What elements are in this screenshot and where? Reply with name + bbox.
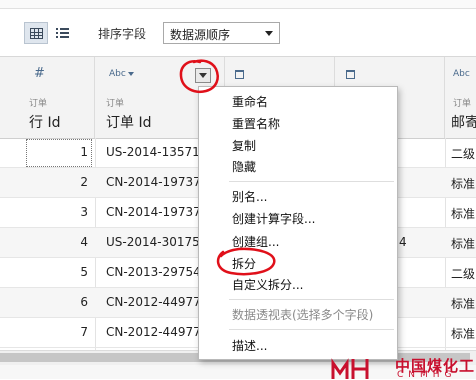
column-source: 订单 [106, 99, 125, 109]
chevron-down-icon [199, 73, 207, 78]
cell-row-id: 4 [80, 235, 88, 249]
cell-order-id: CN-2013-29754 [106, 265, 201, 279]
cell-ship-mode: 标准 [451, 177, 476, 191]
column-context-menu: 重命名 重置名称 复制 隐藏 别名... 创建计算字段... 创建组... 拆分… [198, 86, 398, 360]
cell-order-id: CN-2012-44977 [106, 325, 201, 339]
cell-ship-mode: 标准 [451, 297, 476, 311]
list-view-button[interactable] [50, 22, 74, 44]
cell-row-id: 2 [80, 175, 88, 189]
column-menu-dropdown-button[interactable] [195, 68, 211, 83]
sort-field-label: 排序字段 [98, 27, 147, 41]
top-strip [0, 0, 476, 9]
cell-ship-mode: 标准 [451, 207, 476, 221]
cell-row-id: 1 [80, 145, 88, 159]
menu-item-rename[interactable]: 重命名 [232, 93, 268, 110]
menu-separator [229, 181, 394, 182]
menu-item-reset-name[interactable]: 重置名称 [232, 115, 280, 132]
cell-ship-mode: 二级 [451, 267, 476, 281]
calendar-icon [235, 70, 244, 79]
cell-ship-mode: 标准 [451, 237, 476, 251]
menu-item-hide[interactable]: 隐藏 [232, 158, 256, 175]
cell-order-id: CN-2014-19737 [106, 205, 201, 219]
menu-separator [229, 329, 394, 330]
menu-item-create-group[interactable]: 创建组... [232, 233, 279, 250]
sort-field-select[interactable]: 数据源顺序 [163, 22, 280, 44]
menu-item-split[interactable]: 拆分 [232, 255, 256, 272]
cell-row-id: 5 [80, 265, 88, 279]
logo-mark-icon [331, 358, 369, 379]
grid-icon [29, 27, 43, 39]
cell-order-id: CN-2014-19737 [106, 175, 201, 189]
toolbar: 排序字段 数据源顺序 [0, 9, 476, 55]
sort-field-value: 数据源顺序 [170, 28, 231, 42]
cell-row-id: 3 [80, 205, 88, 219]
number-type-icon: # [34, 66, 45, 81]
menu-item-describe[interactable]: 描述... [232, 337, 267, 354]
cell-row-id: 6 [80, 295, 88, 309]
cell-row-id: 7 [80, 325, 88, 339]
cell-date: 4 [399, 235, 407, 249]
grid-view-button[interactable] [24, 22, 48, 44]
cell-order-id: US-2014-13571 [106, 145, 200, 159]
column-source: 订单 [29, 99, 48, 109]
column-name: 行 Id [29, 115, 61, 131]
list-icon [55, 27, 69, 39]
menu-item-alias[interactable]: 别名... [232, 188, 267, 205]
chevron-down-icon [265, 31, 273, 36]
cell-order-id: US-2014-30175 [106, 235, 200, 249]
menu-separator [229, 299, 394, 300]
string-type-icon: Abc [453, 69, 470, 79]
watermark-logo: 中国煤化工 CNMHG [331, 355, 476, 380]
cell-ship-mode: 标准 [451, 327, 476, 341]
menu-item-custom-split[interactable]: 自定义拆分... [232, 276, 303, 293]
menu-item-create-calculated-field[interactable]: 创建计算字段... [232, 210, 315, 227]
calendar-icon [346, 70, 355, 79]
menu-item-pivot: 数据透视表(选择多个字段) [232, 308, 374, 322]
column-header-row-id[interactable]: # 订单 行 Id [0, 57, 95, 138]
cell-order-id: CN-2012-44977 [106, 295, 201, 309]
menu-item-copy[interactable]: 复制 [232, 137, 256, 154]
column-name: 邮寄 [451, 115, 476, 131]
string-type-icon: Abc [109, 69, 134, 79]
cell-ship-mode: 二级 [451, 147, 476, 161]
column-source: 订单 [453, 99, 472, 109]
column-header-ship-mode[interactable]: Abc 订单 邮寄 [445, 57, 476, 138]
column-name: 订单 Id [106, 115, 152, 131]
